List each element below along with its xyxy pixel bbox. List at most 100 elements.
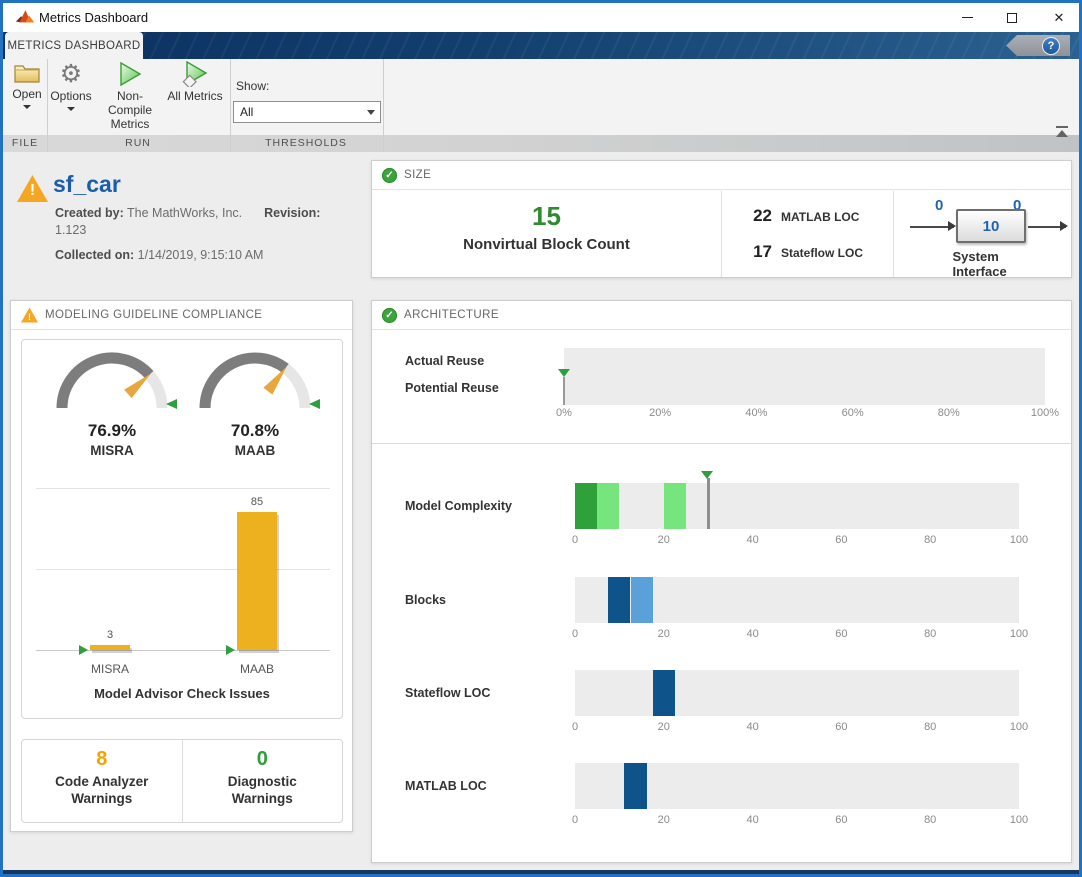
metric-label: Blocks <box>405 593 446 607</box>
axis-tick: 40 <box>746 628 759 640</box>
maximize-icon <box>1007 12 1017 23</box>
block-count-widget[interactable]: 15 Nonvirtual Block Count <box>372 191 722 277</box>
metric-segment <box>608 577 631 623</box>
matlab-icon <box>15 10 35 23</box>
tab-metrics-dashboard[interactable]: METRICS DASHBOARD <box>5 32 143 59</box>
section-divider <box>383 59 384 152</box>
metric-segment <box>630 577 653 623</box>
axis-tick: 0 <box>571 534 579 546</box>
warning-widget-0[interactable]: 8 Code Analyzer Warnings <box>22 740 183 822</box>
close-button[interactable]: ✕ <box>1040 3 1078 32</box>
chevron-down-icon <box>67 106 75 111</box>
subsystem-block: 10 <box>956 209 1026 243</box>
all-metrics-button[interactable]: All Metrics <box>165 61 225 104</box>
help-button[interactable]: ? <box>1006 35 1070 56</box>
warning-icon: ! <box>17 175 48 202</box>
chevron-down-icon <box>23 104 31 109</box>
axis-tick: 80 <box>924 814 937 826</box>
axis-tick: 80% <box>937 407 960 419</box>
gauge-label: MAAB <box>234 443 276 458</box>
reuse-label: Actual Reuse <box>405 354 485 368</box>
metric-track-matlab-loc[interactable] <box>575 763 1019 809</box>
compliance-panel: ! MODELING GUIDELINE COMPLIANCE 76.9% MIS… <box>10 300 353 832</box>
metric-label: Model Complexity <box>405 499 512 513</box>
metric-track-blocks[interactable] <box>575 577 1019 623</box>
maximize-button[interactable] <box>993 3 1031 32</box>
axis-tick: 100 <box>1009 534 1029 546</box>
axis-tick: 40% <box>745 407 768 419</box>
axis-tick: 20 <box>657 534 670 546</box>
check-icon: ✓ <box>382 167 397 183</box>
collapse-toolstrip-button[interactable] <box>1055 126 1069 137</box>
metric-segment <box>652 670 675 716</box>
gauge-value: 70.8% <box>230 421 280 440</box>
open-button[interactable]: Open <box>7 61 47 109</box>
warning-widget-1[interactable]: 0 Diagnostic Warnings <box>183 740 343 822</box>
options-button[interactable]: ⚙ Options <box>49 61 93 111</box>
block-count-value: 15 <box>532 201 561 231</box>
warning-value: 8 <box>96 748 108 770</box>
metric-track-model-complexity[interactable] <box>575 483 1019 529</box>
gauge-needle <box>263 366 287 395</box>
system-interface-widget[interactable]: 0 0 10 System Interface <box>894 191 1071 279</box>
chevron-down-icon <box>362 109 380 115</box>
section-label-run: RUN <box>125 137 151 149</box>
show-dropdown[interactable]: All <box>233 101 381 123</box>
issues-chart[interactable]: 3 MISRA 85 MAAB <box>36 480 330 680</box>
run-all-icon <box>182 61 208 87</box>
metric-label: MATLAB LOC <box>405 779 487 793</box>
window-title: Metrics Dashboard <box>39 10 149 25</box>
threshold-marker-icon <box>79 645 88 655</box>
loc-widget[interactable]: 22 MATLAB LOC 17 Stateflow LOC <box>722 191 894 277</box>
metric-label: Stateflow LOC <box>405 686 491 700</box>
gear-icon: ⚙ <box>59 60 83 88</box>
issues-bar-maab[interactable] <box>237 512 277 650</box>
app-window: Metrics Dashboard ✕ METRICS DASHBOARD ? … <box>0 0 1082 877</box>
axis-tick: 60 <box>835 628 848 640</box>
gauge-arc <box>199 352 320 409</box>
axis-tick: 40 <box>746 721 759 733</box>
block-count-label: Nonvirtual Block Count <box>463 236 630 253</box>
size-panel: ✓ SIZE 15 Nonvirtual Block Count 22 MATLA… <box>371 160 1072 279</box>
reuse-label: Potential Reuse <box>405 381 499 395</box>
warning-value: 0 <box>256 748 268 770</box>
axis-tick: 20% <box>649 407 672 419</box>
minimize-button[interactable] <box>948 3 986 32</box>
section-divider <box>47 59 48 152</box>
arrow-icon <box>948 221 956 231</box>
axis-tick: 100 <box>1009 721 1029 733</box>
gauge-arc <box>56 352 177 409</box>
minimize-icon <box>961 17 973 18</box>
issues-chart-title: Model Advisor Check Issues <box>94 686 270 701</box>
issues-bar-misra[interactable] <box>90 645 130 650</box>
axis-tick: 80 <box>924 628 937 640</box>
axis-tick: 100 <box>1009 814 1029 826</box>
title-bar: Metrics Dashboard ✕ <box>3 3 1079 32</box>
warning-icon: ! <box>21 307 38 323</box>
axis-tick: 0 <box>571 814 579 826</box>
bar-value: 3 <box>106 629 114 642</box>
compliance-gauge-maab[interactable]: 70.8% MAAB <box>180 346 330 458</box>
show-dropdown-value: All <box>240 105 254 119</box>
axis-tick: 80 <box>924 534 937 546</box>
threshold-marker-icon <box>226 645 235 655</box>
axis-tick: 80 <box>924 721 937 733</box>
axis-tick: 20 <box>657 721 670 733</box>
axis-tick: 100 <box>1009 628 1029 640</box>
axis-tick: 40 <box>746 814 759 826</box>
metric-segment <box>663 483 686 529</box>
threshold-marker-icon <box>309 399 320 409</box>
non-compile-metrics-button[interactable]: Non-Compile Metrics <box>95 61 165 131</box>
compliance-gauge-misra[interactable]: 76.9% MISRA <box>37 346 187 458</box>
axis-tick: 0 <box>571 628 579 640</box>
compliance-panel-header: ! MODELING GUIDELINE COMPLIANCE <box>11 301 352 330</box>
size-panel-header: ✓ SIZE <box>372 161 1071 190</box>
axis-tick: 60 <box>835 814 848 826</box>
section-divider <box>230 59 231 152</box>
axis-tick: 40 <box>746 534 759 546</box>
metric-track-stateflow-loc[interactable] <box>575 670 1019 716</box>
toolstrip-section-labels <box>3 135 1079 152</box>
reuse-track[interactable] <box>564 348 1045 405</box>
bar-value: 85 <box>250 496 264 509</box>
model-revision: 1.123 <box>55 222 87 237</box>
